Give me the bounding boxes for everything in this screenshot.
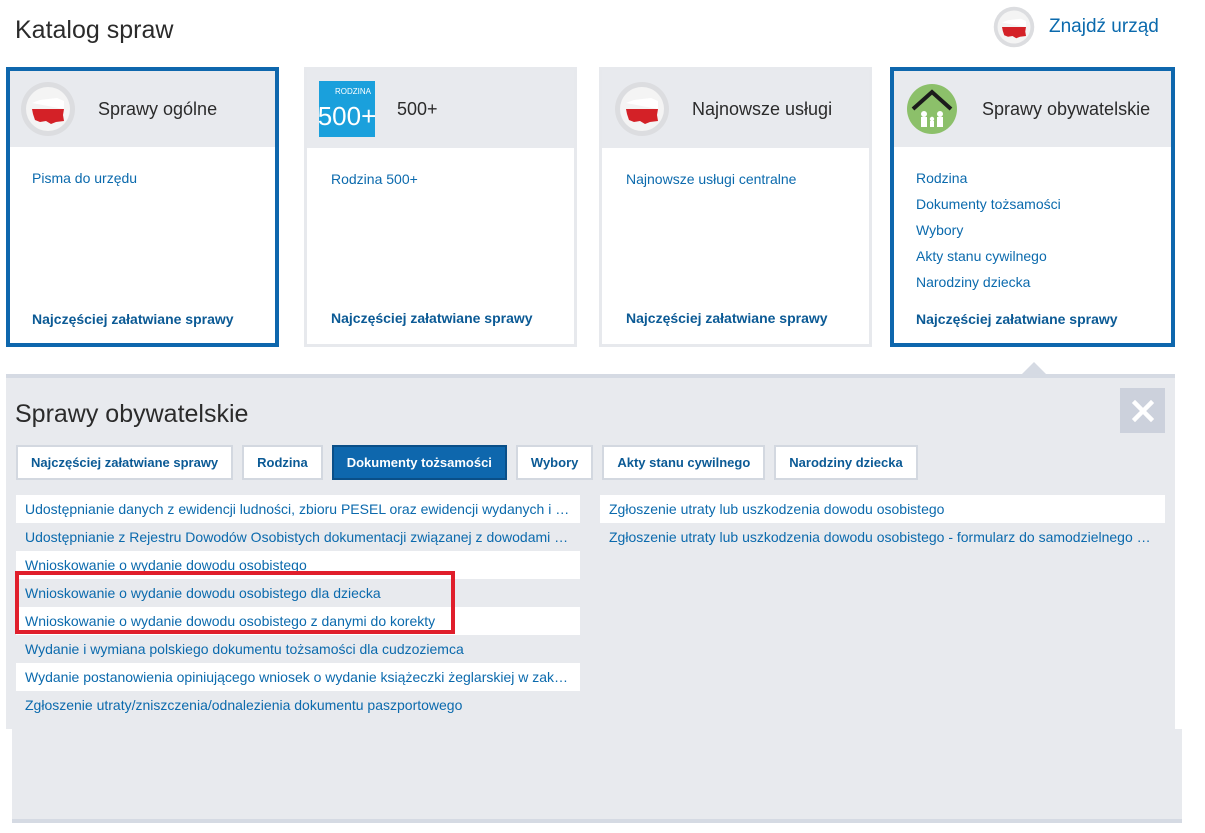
panel-title: Sprawy obywatelskie <box>15 400 249 428</box>
close-button[interactable] <box>1120 388 1165 433</box>
svg-text:RODZINA: RODZINA <box>335 87 372 96</box>
service-link[interactable]: Zgłoszenie utraty lub uszkodzenia dowodu… <box>600 523 1165 551</box>
card-sprawy-obywatelskie: Sprawy obywatelskie Rodzina Dokumenty to… <box>890 67 1175 347</box>
service-link[interactable]: Udostępnianie z Rejestru Dowodów Osobist… <box>16 523 580 551</box>
service-link[interactable]: Wydanie i wymiana polskiego dokumentu to… <box>16 635 580 663</box>
card-link[interactable]: Najnowsze usługi centralne <box>626 166 869 192</box>
card-link-rodzina[interactable]: Rodzina <box>916 165 1171 191</box>
card-header[interactable]: Sprawy ogólne <box>10 71 275 147</box>
tab-najczesciej[interactable]: Najczęściej załatwiane sprawy <box>16 445 234 480</box>
find-office-label: Znajdź urząd <box>1049 16 1159 37</box>
rodzina-500-logo: RODZINA 500+ <box>319 81 375 137</box>
service-link[interactable]: Wnioskowanie o wydanie dowodu osobistego <box>16 551 580 579</box>
card-header[interactable]: RODZINA 500+ 500+ <box>307 70 574 148</box>
card-link[interactable]: Pisma do urzędu <box>32 165 275 191</box>
card-link-wybory[interactable]: Wybory <box>916 217 1171 243</box>
card-najnowsze-uslugi: Najnowsze usługi Najnowsze usługi centra… <box>599 67 872 347</box>
svg-text:500+: 500+ <box>319 101 375 131</box>
tab-bar: Najczęściej załatwiane sprawy Rodzina Do… <box>16 445 927 480</box>
service-link[interactable]: Wnioskowanie o wydanie dowodu osobistego… <box>16 579 580 607</box>
family-house-icon <box>907 84 957 134</box>
card-title: Najnowsze usługi <box>692 98 833 119</box>
tab-akty-stanu-cywilnego[interactable]: Akty stanu cywilnego <box>602 445 766 480</box>
service-link[interactable]: Zgłoszenie utraty lub uszkodzenia dowodu… <box>600 495 1165 523</box>
poland-flag-icon <box>993 6 1035 48</box>
card-footer-link[interactable]: Najczęściej załatwiane sprawy <box>331 310 533 326</box>
category-panel: Sprawy obywatelskie Najczęściej załatwia… <box>6 374 1175 729</box>
service-link[interactable]: Wnioskowanie o wydanie dowodu osobistego… <box>16 607 580 635</box>
card-500-plus: RODZINA 500+ 500+ Rodzina 500+ Najczęści… <box>304 67 577 347</box>
service-link[interactable]: Udostępnianie danych z ewidencji ludnośc… <box>16 495 580 523</box>
card-link-dokumenty[interactable]: Dokumenty tożsamości <box>916 191 1171 217</box>
service-link[interactable]: Wydanie postanowienia opiniującego wnios… <box>16 663 580 691</box>
card-title: Sprawy obywatelskie <box>982 98 1151 119</box>
card-link[interactable]: Rodzina 500+ <box>331 166 574 192</box>
card-header[interactable]: Najnowsze usługi <box>602 70 869 148</box>
card-header[interactable]: Sprawy obywatelskie <box>894 71 1171 147</box>
page-title: Katalog spraw <box>15 16 174 44</box>
find-office-link[interactable]: Znajdź urząd <box>993 6 1159 48</box>
tab-dokumenty-tozsamosci[interactable]: Dokumenty tożsamości <box>331 445 507 480</box>
service-link[interactable]: Zgłoszenie utraty/zniszczenia/odnalezien… <box>16 691 580 719</box>
bottom-divider <box>12 819 1182 823</box>
card-footer-link[interactable]: Najczęściej załatwiane sprawy <box>916 311 1118 327</box>
card-title: 500+ <box>397 98 438 119</box>
tab-rodzina[interactable]: Rodzina <box>242 445 323 480</box>
panel-pointer <box>1022 362 1046 374</box>
close-icon <box>1131 399 1154 422</box>
service-list-right: Zgłoszenie utraty lub uszkodzenia dowodu… <box>600 495 1165 551</box>
poland-flag-icon <box>21 82 75 136</box>
panel-lower-area <box>12 729 1182 819</box>
card-footer-link[interactable]: Najczęściej załatwiane sprawy <box>626 310 828 326</box>
service-list-left: Udostępnianie danych z ewidencji ludnośc… <box>16 495 580 719</box>
poland-flag-icon <box>615 82 669 136</box>
tab-wybory[interactable]: Wybory <box>515 445 594 480</box>
card-sprawy-ogolne: Sprawy ogólne Pisma do urzędu Najczęście… <box>6 67 279 347</box>
card-footer-link[interactable]: Najczęściej załatwiane sprawy <box>32 311 234 327</box>
card-link-akty[interactable]: Akty stanu cywilnego <box>916 243 1171 269</box>
card-link-narodziny[interactable]: Narodziny dziecka <box>916 269 1171 295</box>
tab-narodziny-dziecka[interactable]: Narodziny dziecka <box>774 445 918 480</box>
card-title: Sprawy ogólne <box>98 98 218 119</box>
